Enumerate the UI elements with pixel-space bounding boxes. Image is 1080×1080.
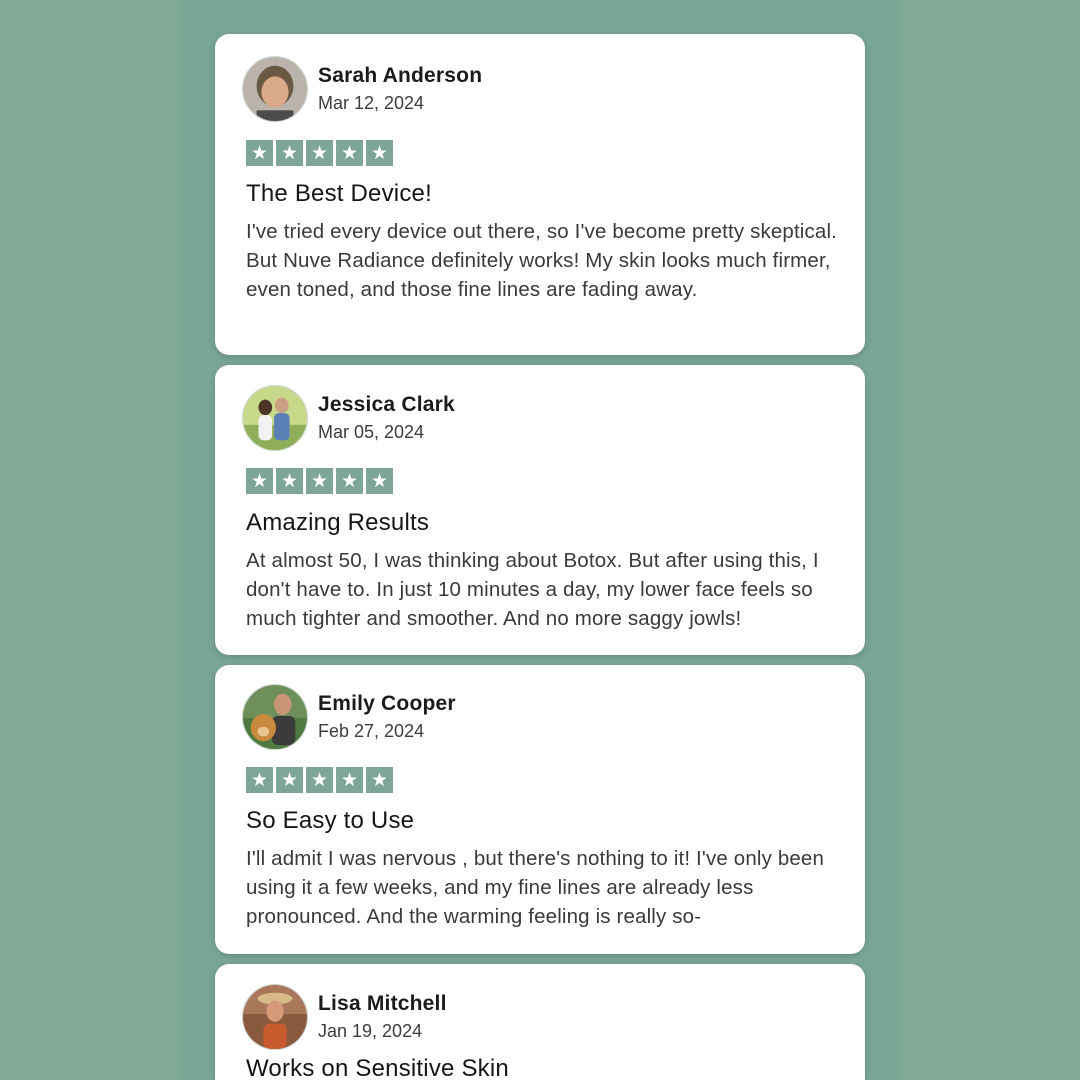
review-header: Emily Cooper Feb 27, 2024 bbox=[242, 683, 456, 751]
review-header: Sarah Anderson Mar 12, 2024 bbox=[242, 55, 482, 123]
review-card: Sarah Anderson Mar 12, 2024 ★ ★ ★ ★ ★ Th… bbox=[215, 34, 865, 355]
star-icon: ★ bbox=[336, 140, 363, 166]
star-icon: ★ bbox=[246, 468, 273, 494]
reviewer-name: Lisa Mitchell bbox=[318, 992, 447, 1015]
review-body: I'll admit I was nervous , but there's n… bbox=[246, 847, 825, 928]
star-icon: ★ bbox=[306, 468, 333, 494]
avatar-photo-icon bbox=[243, 386, 307, 450]
review-body: I've tried every device out there, so I'… bbox=[246, 220, 838, 301]
star-icon: ★ bbox=[366, 140, 393, 166]
reviewer-name: Jessica Clark bbox=[318, 393, 455, 416]
star-rating: ★ ★ ★ ★ ★ bbox=[246, 468, 393, 494]
review-header: Lisa Mitchell Jan 19, 2024 bbox=[242, 983, 447, 1051]
star-icon: ★ bbox=[246, 767, 273, 793]
review-header: Jessica Clark Mar 05, 2024 bbox=[242, 384, 455, 452]
star-icon: ★ bbox=[336, 767, 363, 793]
avatar-photo-icon bbox=[243, 57, 307, 121]
review-title: The Best Device! bbox=[246, 180, 432, 207]
avatar-photo-icon bbox=[243, 985, 307, 1049]
star-icon: ★ bbox=[306, 140, 333, 166]
star-icon: ★ bbox=[366, 468, 393, 494]
avatar bbox=[242, 984, 308, 1050]
review-card: Emily Cooper Feb 27, 2024 ★ ★ ★ ★ ★ So E… bbox=[215, 665, 865, 954]
review-title: Amazing Results bbox=[246, 509, 430, 536]
review-card: Jessica Clark Mar 05, 2024 ★ ★ ★ ★ ★ Ama… bbox=[215, 365, 865, 655]
avatar bbox=[242, 684, 308, 750]
star-icon: ★ bbox=[276, 140, 303, 166]
review-date: Mar 05, 2024 bbox=[318, 422, 425, 442]
star-icon: ★ bbox=[276, 468, 303, 494]
star-icon: ★ bbox=[246, 140, 273, 166]
star-rating: ★ ★ ★ ★ ★ bbox=[246, 140, 393, 166]
review-body: At almost 50, I was thinking about Botox… bbox=[246, 549, 819, 630]
review-date: Mar 12, 2024 bbox=[318, 93, 425, 113]
review-card: Lisa Mitchell Jan 19, 2024 Works on Sens… bbox=[215, 964, 865, 1080]
star-rating: ★ ★ ★ ★ ★ bbox=[246, 767, 393, 793]
star-icon: ★ bbox=[366, 767, 393, 793]
reviewer-name: Sarah Anderson bbox=[318, 64, 483, 87]
avatar bbox=[242, 385, 308, 451]
review-title: So Easy to Use bbox=[246, 807, 415, 834]
star-icon: ★ bbox=[336, 468, 363, 494]
avatar-photo-icon bbox=[243, 685, 307, 749]
star-icon: ★ bbox=[306, 767, 333, 793]
review-date: Feb 27, 2024 bbox=[318, 721, 425, 741]
review-date: Jan 19, 2024 bbox=[318, 1021, 423, 1041]
star-icon: ★ bbox=[276, 767, 303, 793]
review-title: Works on Sensitive Skin bbox=[246, 1055, 509, 1080]
reviewer-name: Emily Cooper bbox=[318, 692, 456, 715]
avatar bbox=[242, 56, 308, 122]
